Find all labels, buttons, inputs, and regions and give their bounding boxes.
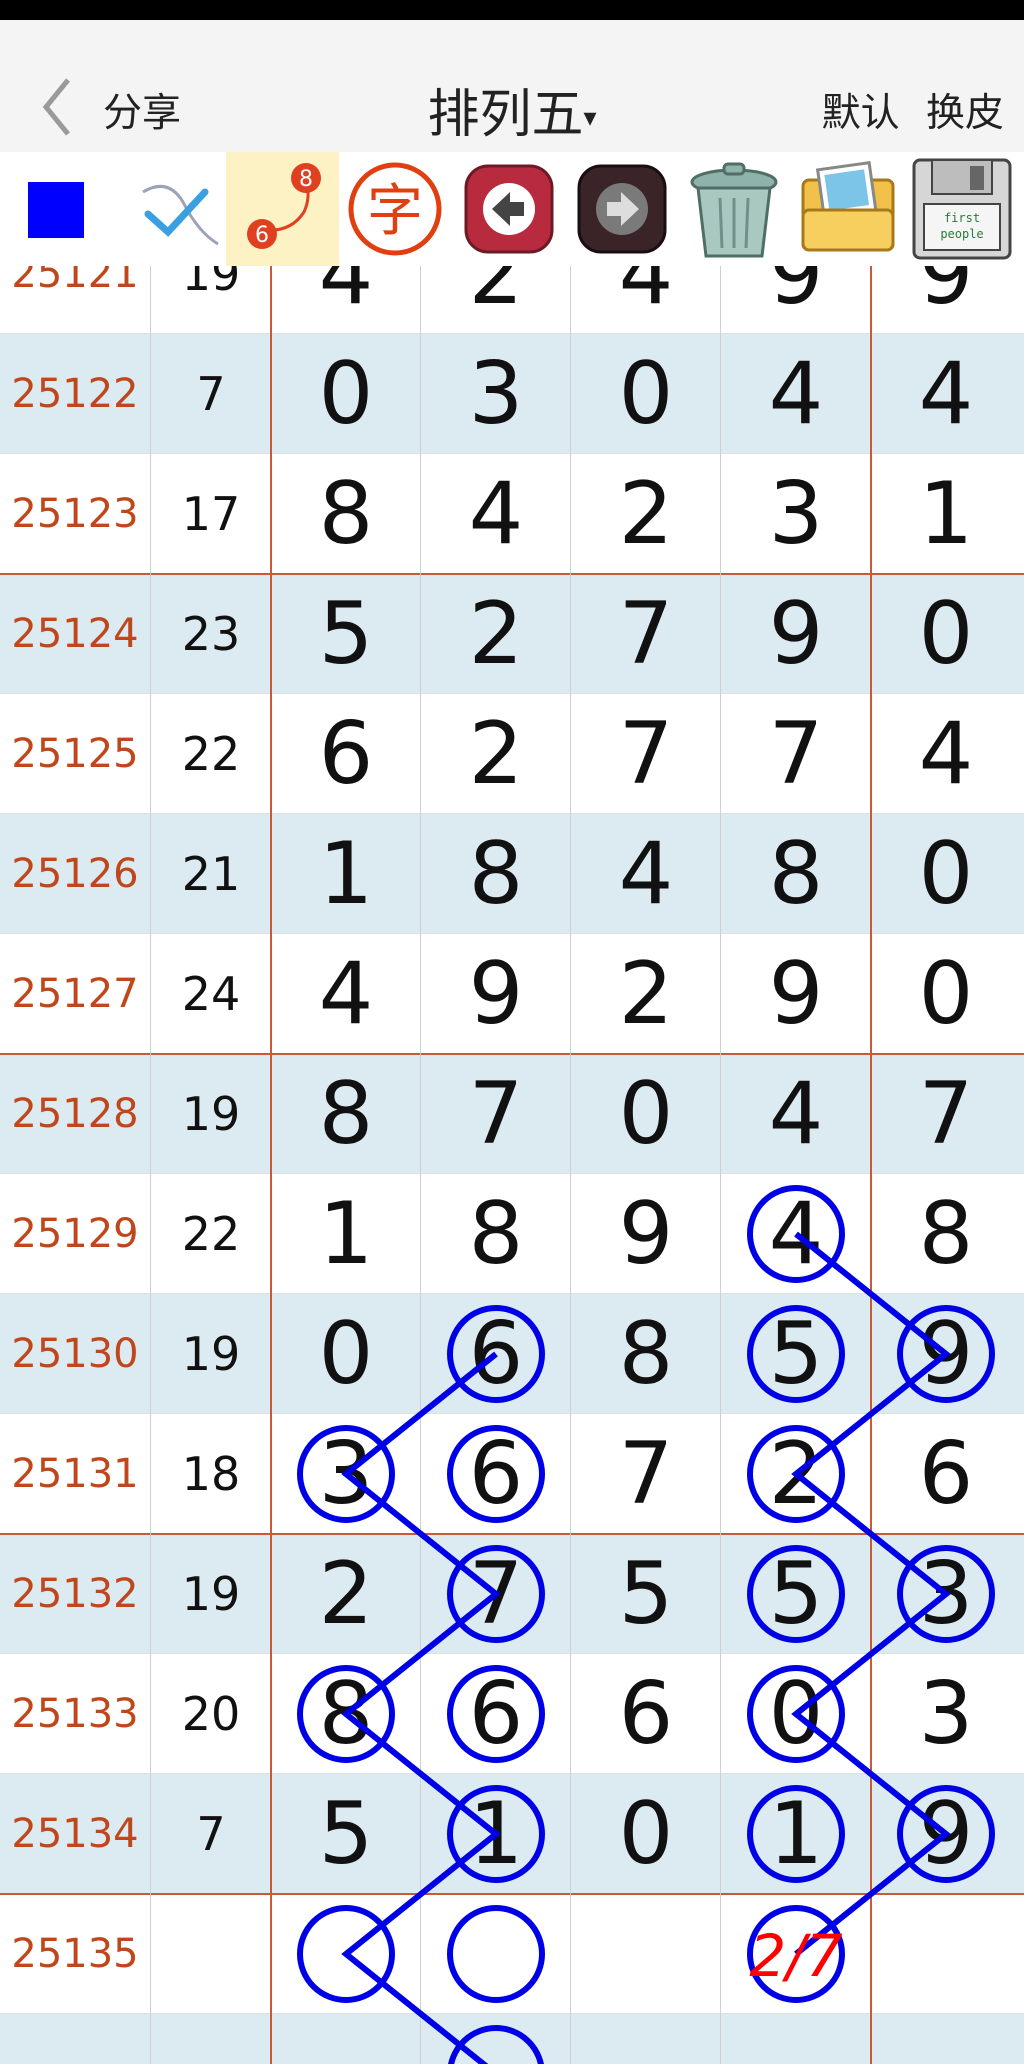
marked-circle [447, 1425, 545, 1523]
color-swatch-icon [28, 182, 84, 238]
default-button[interactable]: 默认 [822, 91, 900, 136]
page-title: 排列五 [427, 85, 584, 145]
svg-text:6: 6 [255, 223, 269, 248]
marked-circle [747, 1545, 845, 1643]
dropdown-arrow-icon: ▾ [583, 103, 597, 133]
color-swatch-button[interactable] [0, 152, 113, 266]
header-actions: 默认 换皮 [808, 82, 1004, 138]
change-skin-button[interactable]: 换皮 [926, 91, 1004, 136]
marked-circle [747, 1305, 845, 1403]
connect-line [791, 1231, 951, 1957]
svg-text:people: people [940, 227, 983, 241]
marked-circle [447, 1665, 545, 1763]
image-button[interactable] [791, 152, 904, 266]
annotation-text: 2/7 [749, 1922, 842, 1990]
connect-line-button[interactable]: 6 8 [226, 152, 339, 266]
text-tool-button[interactable]: 字 [339, 152, 452, 266]
undo-arrow-icon [464, 164, 554, 254]
check-pen-button[interactable] [113, 152, 226, 266]
clear-button[interactable] [678, 152, 791, 266]
trash-can-icon [690, 162, 778, 258]
status-bar [0, 0, 1024, 20]
svg-text:8: 8 [299, 167, 313, 192]
photo-folder-icon [801, 160, 895, 252]
connect-line-icon: 6 8 [247, 163, 321, 249]
redo-button[interactable] [565, 152, 678, 266]
svg-text:first: first [944, 211, 980, 225]
app-header: 分享 排列五▾ 默认 换皮 [0, 20, 1024, 152]
drawing-toolbar: 6 8 字 first people [0, 152, 1024, 266]
undo-button[interactable] [452, 152, 565, 266]
text-tool-icon: 字 [348, 162, 442, 256]
number-trend-grid[interactable]: 25121 19 4 2 4 9 9 25122 7 0 3 0 4 4 25123 17 8 4 2 3 1 25124… [0, 266, 1024, 2064]
svg-text:字: 字 [367, 179, 423, 244]
connect-line [341, 1351, 501, 2064]
marked-circle [747, 1785, 845, 1883]
check-pen-icon [142, 184, 219, 246]
redo-arrow-icon [577, 164, 667, 254]
floppy-save-icon: first people [912, 158, 1012, 260]
drawing-overlay[interactable]: 2/7 [0, 266, 1024, 2064]
marked-circle [447, 1905, 545, 2003]
save-button[interactable]: first people [904, 152, 1024, 266]
